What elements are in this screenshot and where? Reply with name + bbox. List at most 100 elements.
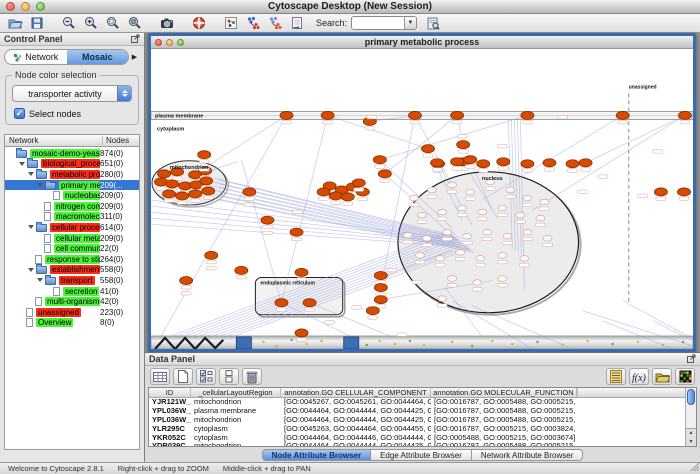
- save-session-button[interactable]: [26, 15, 48, 32]
- network-node[interactable]: [158, 170, 171, 178]
- annotation-import-button[interactable]: [242, 15, 264, 32]
- network-node[interactable]: [677, 188, 690, 196]
- network-node-small[interactable]: [438, 209, 447, 215]
- network-tree-row[interactable]: Overview8(0): [5, 318, 139, 329]
- network-node-small[interactable]: [415, 253, 424, 259]
- network-node-small[interactable]: [456, 250, 465, 256]
- network-node[interactable]: [654, 188, 667, 196]
- strip-node[interactable]: [320, 340, 322, 342]
- network-tree-row[interactable]: transport558(0): [5, 275, 139, 286]
- network-node[interactable]: [235, 266, 248, 274]
- network-node[interactable]: [421, 145, 434, 153]
- network-node-small[interactable]: [506, 187, 515, 193]
- network-node[interactable]: [205, 251, 218, 259]
- strip-node[interactable]: [511, 343, 513, 345]
- strip-node[interactable]: [611, 343, 613, 345]
- network-node-small[interactable]: [520, 256, 529, 262]
- close-button[interactable]: [155, 39, 162, 46]
- tab-mosaic[interactable]: Mosaic: [67, 50, 129, 64]
- network-node-small[interactable]: [483, 229, 492, 235]
- network-node[interactable]: [408, 111, 421, 119]
- network-node-small[interactable]: [543, 235, 552, 241]
- network-tree-row[interactable]: nitrogen compo209(0): [5, 201, 139, 212]
- disclosure-triangle-icon[interactable]: [37, 183, 43, 187]
- strip-node[interactable]: [662, 344, 664, 346]
- table-row[interactable]: YJR121W__1mitochondrion[GO:0045267, GO:0…: [149, 398, 696, 407]
- table-column-header[interactable]: annotation.GO MOLECULAR_FUNCTION: [431, 388, 577, 397]
- network-node[interactable]: [366, 307, 379, 315]
- zoom-button[interactable]: [177, 39, 184, 46]
- network-node[interactable]: [261, 216, 274, 224]
- tab-network[interactable]: Network: [5, 50, 67, 64]
- float-panel-icon[interactable]: [687, 354, 696, 365]
- delete-attribute-button[interactable]: [242, 368, 262, 385]
- strip-node[interactable]: [471, 345, 473, 347]
- network-canvas-svg[interactable]: plasma membranecytoplasmmitochondrionnuc…: [151, 49, 693, 349]
- network-node[interactable]: [678, 111, 691, 119]
- network-node-small[interactable]: [536, 215, 545, 221]
- strip-node[interactable]: [536, 341, 538, 343]
- network-node-small[interactable]: [523, 195, 532, 201]
- table-row[interactable]: YKR052Ccytoplasm[GO:0044464, GO:0044446,…: [149, 434, 696, 443]
- network-node[interactable]: [163, 190, 176, 198]
- advanced-search-button[interactable]: [422, 15, 444, 32]
- table-column-header[interactable]: ID: [149, 388, 191, 397]
- network-node[interactable]: [295, 268, 308, 276]
- network-canvas[interactable]: plasma membranecytoplasmmitochondrionnuc…: [151, 49, 693, 349]
- network-node-small[interactable]: [498, 276, 507, 282]
- zoom-selected-button[interactable]: [102, 15, 124, 32]
- minimize-button[interactable]: [166, 39, 173, 46]
- tab-node-attribute-browser[interactable]: Node Attribute Browser: [262, 449, 372, 461]
- search-input[interactable]: [352, 17, 404, 29]
- selected-node[interactable]: [344, 337, 359, 349]
- network-tree-row[interactable]: cell communicat22(0): [5, 243, 139, 254]
- network-tree-row[interactable]: multi-organism pro42(0): [5, 296, 139, 307]
- network-node[interactable]: [321, 111, 334, 119]
- network-node[interactable]: [543, 159, 556, 167]
- disclosure-triangle-icon[interactable]: [37, 278, 43, 282]
- table-row[interactable]: YLR295Ccytoplasm[GO:0045263, GO:0044464,…: [149, 425, 696, 434]
- network-tree-row[interactable]: unassigned223(0): [5, 307, 139, 318]
- network-node[interactable]: [200, 177, 213, 185]
- network-node[interactable]: [497, 158, 510, 166]
- select-attributes-button[interactable]: [150, 368, 170, 385]
- strip-node[interactable]: [262, 341, 264, 343]
- network-node[interactable]: [329, 192, 342, 200]
- strip-node[interactable]: [275, 345, 277, 347]
- formula-builder-button[interactable]: f(x): [629, 368, 649, 385]
- network-node[interactable]: [566, 160, 579, 168]
- strip-node[interactable]: [379, 340, 381, 342]
- network-node[interactable]: [374, 284, 387, 292]
- network-tree-row[interactable]: biological_process651(0): [5, 159, 139, 170]
- table-column-header[interactable]: _cellularLayoutRegion: [191, 388, 281, 397]
- network-node-small[interactable]: [428, 187, 437, 193]
- network-node[interactable]: [521, 160, 534, 168]
- network-node-small[interactable]: [443, 229, 452, 235]
- import-attributes-button[interactable]: [652, 368, 672, 385]
- network-node[interactable]: [477, 160, 490, 168]
- zoom-in-button[interactable]: [80, 15, 102, 32]
- table-row[interactable]: YDR039C__1mitochondrion[GO:0044464, GO:0…: [149, 442, 696, 447]
- network-node[interactable]: [198, 151, 211, 159]
- strip-node[interactable]: [290, 339, 292, 341]
- strip-node[interactable]: [366, 344, 368, 346]
- network-node[interactable]: [352, 179, 365, 187]
- network-node[interactable]: [166, 180, 179, 188]
- help-button[interactable]: [188, 15, 210, 32]
- network-node[interactable]: [202, 187, 215, 195]
- network-node[interactable]: [243, 188, 256, 196]
- strip-node[interactable]: [394, 343, 396, 345]
- network-node[interactable]: [341, 193, 354, 201]
- network-node-small[interactable]: [409, 195, 418, 201]
- minimize-button[interactable]: [21, 2, 30, 11]
- table-row[interactable]: YPL036W__1mitochondrion[GO:0044464, GO:0…: [149, 416, 696, 425]
- snapshot-button[interactable]: [156, 15, 178, 32]
- network-node-small[interactable]: [403, 232, 412, 238]
- strip-node[interactable]: [409, 340, 411, 342]
- table-scrollbar[interactable]: ▲▼: [685, 388, 696, 446]
- strip-node[interactable]: [637, 341, 639, 343]
- create-network-view-button[interactable]: [220, 15, 242, 32]
- disclosure-triangle-icon[interactable]: [19, 162, 25, 166]
- strip-node[interactable]: [491, 340, 493, 342]
- network-node[interactable]: [378, 170, 391, 178]
